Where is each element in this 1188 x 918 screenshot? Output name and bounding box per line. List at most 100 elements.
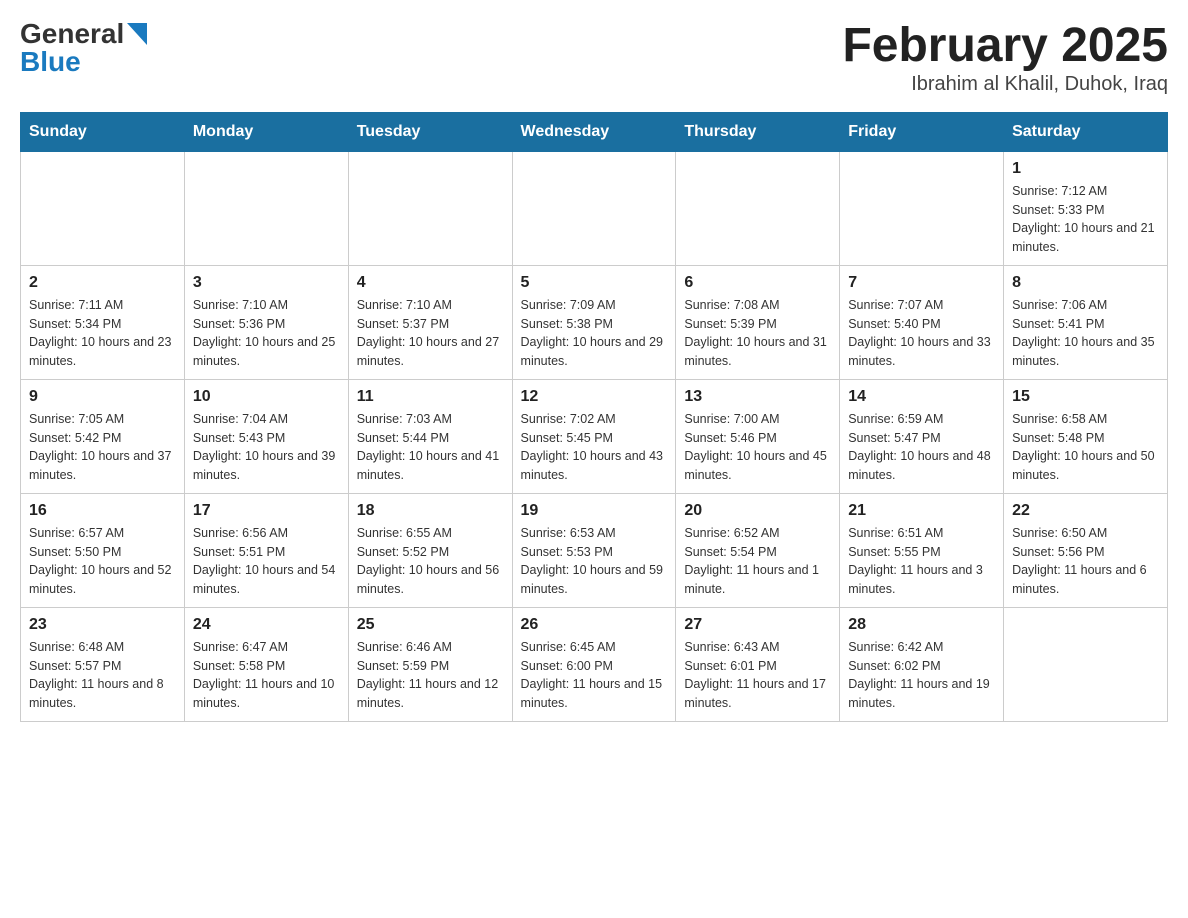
calendar-cell (1004, 607, 1168, 721)
logo-general: General (20, 20, 124, 48)
calendar-cell: 7 Sunrise: 7:07 AMSunset: 5:40 PMDaylight… (840, 265, 1004, 379)
day-number: 19 (521, 502, 668, 520)
calendar-cell: 15Sunrise: 6:58 AMSunset: 5:48 PMDayligh… (1004, 379, 1168, 493)
calendar-cell: 14 Sunrise: 6:59 AMSunset: 5:47 PMDayligh… (840, 379, 1004, 493)
day-number: 7 (848, 274, 995, 292)
calendar-cell: 23 Sunrise: 6:48 AMSunset: 5:57 PMDayligh… (21, 607, 185, 721)
weekday-header-row: SundayMondayTuesdayWednesdayThursdayFrid… (21, 112, 1168, 151)
day-info: Sunrise: 6:46 AMSunset: 5:59 PMDaylight:… (357, 638, 504, 713)
calendar-cell: 17Sunrise: 6:56 AMSunset: 5:51 PMDayligh… (184, 493, 348, 607)
day-info: Sunrise: 7:04 AMSunset: 5:43 PMDaylight:… (193, 410, 340, 485)
calendar-week-4: 23 Sunrise: 6:48 AMSunset: 5:57 PMDayligh… (21, 607, 1168, 721)
page-title: February 2025 (842, 20, 1168, 73)
calendar-cell: 6Sunrise: 7:08 AMSunset: 5:39 PMDaylight… (676, 265, 840, 379)
day-number: 9 (29, 388, 176, 406)
day-number: 23 (29, 616, 176, 634)
day-number: 22 (1012, 502, 1159, 520)
weekday-header-thursday: Thursday (676, 112, 840, 151)
day-info: Sunrise: 7:11 AMSunset: 5:34 PMDaylight:… (29, 296, 176, 371)
calendar-cell: 25 Sunrise: 6:46 AMSunset: 5:59 PMDayligh… (348, 607, 512, 721)
day-info: Sunrise: 6:53 AMSunset: 5:53 PMDaylight:… (521, 524, 668, 599)
day-number: 20 (684, 502, 831, 520)
day-info: Sunrise: 6:55 AMSunset: 5:52 PMDaylight:… (357, 524, 504, 599)
calendar-cell: 28 Sunrise: 6:42 AMSunset: 6:02 PMDayligh… (840, 607, 1004, 721)
day-number: 13 (684, 388, 831, 406)
day-info: Sunrise: 6:42 AMSunset: 6:02 PMDaylight:… (848, 638, 995, 713)
day-info: Sunrise: 6:48 AMSunset: 5:57 PMDaylight:… (29, 638, 176, 713)
day-info: Sunrise: 7:06 AMSunset: 5:41 PMDaylight:… (1012, 296, 1159, 371)
page-subtitle: Ibrahim al Khalil, Duhok, Iraq (842, 73, 1168, 96)
calendar-cell: 27 Sunrise: 6:43 AMSunset: 6:01 PMDayligh… (676, 607, 840, 721)
day-number: 18 (357, 502, 504, 520)
weekday-header-sunday: Sunday (21, 112, 185, 151)
logo: General Blue (20, 20, 147, 76)
day-number: 3 (193, 274, 340, 292)
day-info: Sunrise: 7:03 AMSunset: 5:44 PMDaylight:… (357, 410, 504, 485)
day-info: Sunrise: 6:47 AMSunset: 5:58 PMDaylight:… (193, 638, 340, 713)
day-number: 26 (521, 616, 668, 634)
day-info: Sunrise: 7:05 AMSunset: 5:42 PMDaylight:… (29, 410, 176, 485)
day-number: 17 (193, 502, 340, 520)
day-number: 25 (357, 616, 504, 634)
calendar-cell: 9 Sunrise: 7:05 AMSunset: 5:42 PMDaylight… (21, 379, 185, 493)
day-info: Sunrise: 7:00 AMSunset: 5:46 PMDaylight:… (684, 410, 831, 485)
calendar-cell: 24 Sunrise: 6:47 AMSunset: 5:58 PMDayligh… (184, 607, 348, 721)
calendar-cell (512, 151, 676, 265)
calendar-cell: 2Sunrise: 7:11 AMSunset: 5:34 PMDaylight… (21, 265, 185, 379)
day-info: Sunrise: 6:43 AMSunset: 6:01 PMDaylight:… (684, 638, 831, 713)
calendar-cell (184, 151, 348, 265)
day-info: Sunrise: 6:45 AMSunset: 6:00 PMDaylight:… (521, 638, 668, 713)
calendar-cell: 1 Sunrise: 7:12 AMSunset: 5:33 PMDaylight… (1004, 151, 1168, 265)
calendar-week-2: 9 Sunrise: 7:05 AMSunset: 5:42 PMDaylight… (21, 379, 1168, 493)
day-number: 11 (357, 388, 504, 406)
day-number: 21 (848, 502, 995, 520)
page-header: General Blue February 2025 Ibrahim al Kh… (20, 20, 1168, 96)
day-number: 16 (29, 502, 176, 520)
calendar-week-0: 1 Sunrise: 7:12 AMSunset: 5:33 PMDaylight… (21, 151, 1168, 265)
calendar-header: SundayMondayTuesdayWednesdayThursdayFrid… (21, 112, 1168, 151)
calendar-table: SundayMondayTuesdayWednesdayThursdayFrid… (20, 112, 1168, 722)
calendar-cell: 11 Sunrise: 7:03 AMSunset: 5:44 PMDayligh… (348, 379, 512, 493)
day-info: Sunrise: 7:09 AMSunset: 5:38 PMDaylight:… (521, 296, 668, 371)
day-number: 1 (1012, 160, 1159, 178)
day-number: 27 (684, 616, 831, 634)
day-number: 24 (193, 616, 340, 634)
day-number: 4 (357, 274, 504, 292)
logo-arrow-icon (127, 23, 147, 45)
calendar-cell: 10 Sunrise: 7:04 AMSunset: 5:43 PMDayligh… (184, 379, 348, 493)
day-info: Sunrise: 7:10 AMSunset: 5:36 PMDaylight:… (193, 296, 340, 371)
calendar-cell: 13 Sunrise: 7:00 AMSunset: 5:46 PMDayligh… (676, 379, 840, 493)
weekday-header-tuesday: Tuesday (348, 112, 512, 151)
day-number: 10 (193, 388, 340, 406)
day-info: Sunrise: 6:50 AMSunset: 5:56 PMDaylight:… (1012, 524, 1159, 599)
weekday-header-saturday: Saturday (1004, 112, 1168, 151)
day-info: Sunrise: 6:59 AMSunset: 5:47 PMDaylight:… (848, 410, 995, 485)
day-info: Sunrise: 7:07 AMSunset: 5:40 PMDaylight:… (848, 296, 995, 371)
calendar-cell (840, 151, 1004, 265)
day-info: Sunrise: 6:57 AMSunset: 5:50 PMDaylight:… (29, 524, 176, 599)
calendar-cell: 4Sunrise: 7:10 AMSunset: 5:37 PMDaylight… (348, 265, 512, 379)
calendar-cell: 5 Sunrise: 7:09 AMSunset: 5:38 PMDaylight… (512, 265, 676, 379)
calendar-cell: 12Sunrise: 7:02 AMSunset: 5:45 PMDayligh… (512, 379, 676, 493)
weekday-header-friday: Friday (840, 112, 1004, 151)
weekday-header-wednesday: Wednesday (512, 112, 676, 151)
calendar-cell (348, 151, 512, 265)
calendar-cell: 20 Sunrise: 6:52 AMSunset: 5:54 PMDayligh… (676, 493, 840, 607)
calendar-cell: 8 Sunrise: 7:06 AMSunset: 5:41 PMDaylight… (1004, 265, 1168, 379)
calendar-week-3: 16 Sunrise: 6:57 AMSunset: 5:50 PMDayligh… (21, 493, 1168, 607)
calendar-cell: 16 Sunrise: 6:57 AMSunset: 5:50 PMDayligh… (21, 493, 185, 607)
day-info: Sunrise: 6:52 AMSunset: 5:54 PMDaylight:… (684, 524, 831, 599)
day-info: Sunrise: 7:12 AMSunset: 5:33 PMDaylight:… (1012, 182, 1159, 257)
day-info: Sunrise: 6:51 AMSunset: 5:55 PMDaylight:… (848, 524, 995, 599)
logo-blue: Blue (20, 48, 81, 76)
day-number: 6 (684, 274, 831, 292)
day-info: Sunrise: 6:58 AMSunset: 5:48 PMDaylight:… (1012, 410, 1159, 485)
day-number: 8 (1012, 274, 1159, 292)
calendar-week-1: 2Sunrise: 7:11 AMSunset: 5:34 PMDaylight… (21, 265, 1168, 379)
calendar-cell: 26 Sunrise: 6:45 AMSunset: 6:00 PMDayligh… (512, 607, 676, 721)
calendar-cell (676, 151, 840, 265)
calendar-cell: 18 Sunrise: 6:55 AMSunset: 5:52 PMDayligh… (348, 493, 512, 607)
day-number: 5 (521, 274, 668, 292)
day-number: 28 (848, 616, 995, 634)
day-number: 14 (848, 388, 995, 406)
